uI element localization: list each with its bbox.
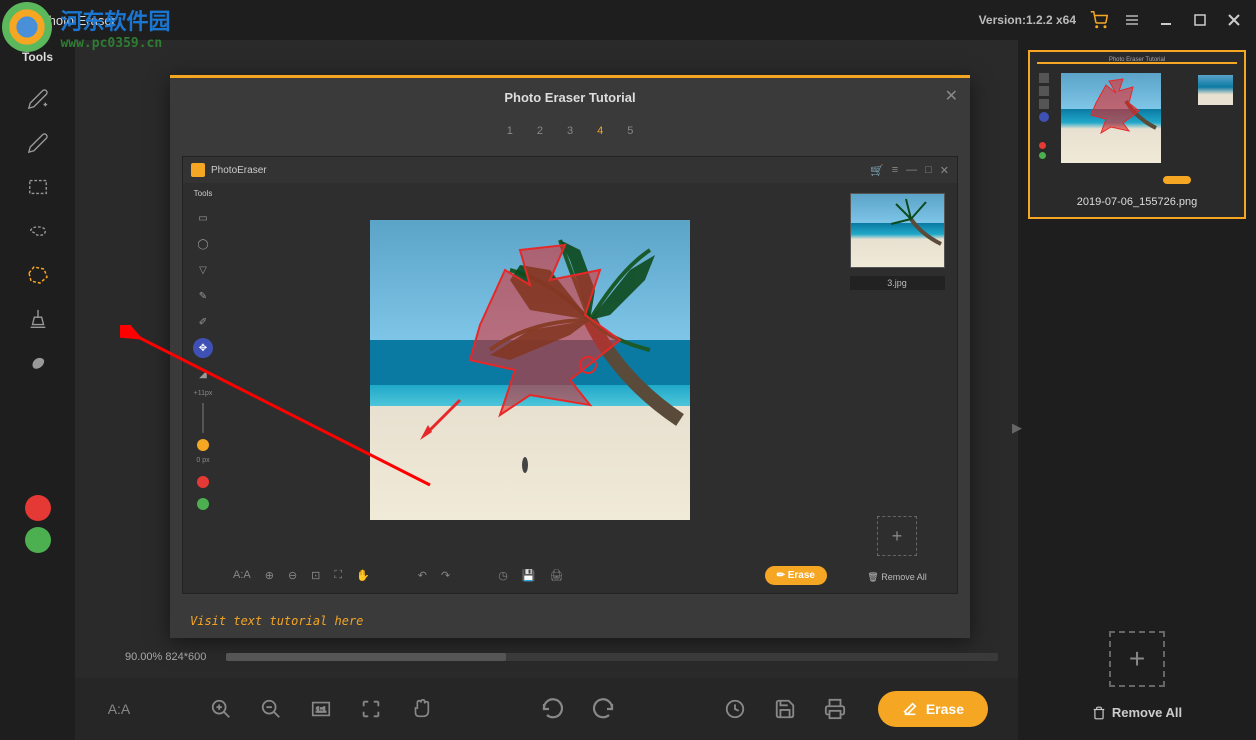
app-title: Photo Eraser (40, 13, 116, 28)
horizontal-scrollbar[interactable] (226, 653, 998, 661)
erase-button[interactable]: Erase (878, 691, 988, 727)
fit-screen-button[interactable] (357, 695, 385, 723)
inner-thumb-label: 3.jpg (850, 276, 945, 290)
compare-button[interactable]: A:A (105, 695, 133, 723)
inner-fit-icon: ⊡ (311, 569, 320, 582)
step-5[interactable]: 5 (627, 125, 633, 137)
stamp-tool[interactable] (18, 299, 58, 339)
smudge-tool[interactable] (18, 343, 58, 383)
inner-crop-icon: ⛶ (334, 569, 342, 582)
center-area: Photo Eraser Tutorial ✕ 1 2 3 4 5 PhotoE (75, 40, 1018, 740)
step-3[interactable]: 3 (567, 125, 573, 137)
step-1[interactable]: 1 (507, 125, 513, 137)
inner-save-icon: 💾 (522, 569, 536, 582)
inner-cart-icon: 🛒 (870, 164, 884, 177)
red-color-indicator[interactable] (25, 495, 51, 521)
left-toolbar: Tools (0, 40, 75, 740)
erase-button-label: Erase (926, 701, 964, 717)
green-color-indicator[interactable] (25, 527, 51, 553)
inner-add-button: + (877, 516, 917, 556)
inner-pencil-tool: ✐ (193, 312, 213, 332)
scrollbar-thumb[interactable] (226, 653, 506, 661)
inner-slider-dot (197, 439, 209, 451)
thumbnail-item[interactable]: Photo Eraser Tutorial 2019-07-06_155 (1028, 50, 1246, 219)
add-image-button[interactable]: + (1109, 631, 1165, 687)
inner-size-label: +11px (194, 390, 213, 397)
inner-removeall-label: 🗑 Remove All (867, 572, 926, 583)
actual-size-button[interactable]: 1:1 (307, 695, 335, 723)
inner-red-dot (197, 476, 209, 488)
inner-hand-icon: ✋ (356, 569, 370, 582)
app-logo-icon (12, 10, 32, 30)
status-bar: 90.00% 824*600 (115, 646, 1008, 668)
rectangle-select-tool[interactable] (18, 167, 58, 207)
zoom-info-label: 90.00% 824*600 (125, 651, 206, 663)
zoom-out-button[interactable] (257, 695, 285, 723)
inner-zoomin-icon: ⊕ (265, 569, 274, 582)
inner-zero-label: 0 px (196, 457, 209, 464)
polygon-lasso-tool[interactable] (18, 255, 58, 295)
inner-menu-icon: ≡ (892, 164, 898, 176)
step-4[interactable]: 4 (597, 125, 603, 137)
menu-icon[interactable] (1122, 10, 1142, 30)
inner-print-icon: 🖨 (550, 569, 564, 582)
inner-zoomout-icon: ⊖ (288, 569, 297, 582)
dialog-steps: 1 2 3 4 5 (170, 116, 970, 146)
inner-poly-tool: ▽ (193, 260, 213, 280)
tutorial-screenshot: PhotoEraser 🛒 ≡ — □ ✕ Tools (182, 156, 958, 594)
inner-history-icon: ◷ (498, 569, 508, 582)
inner-maximize-icon: □ (925, 164, 932, 176)
inner-undo-icon: ↶ (418, 569, 427, 582)
history-button[interactable] (721, 695, 749, 723)
bottom-toolbar: A:A 1:1 (75, 678, 1018, 740)
hand-pan-button[interactable] (407, 695, 435, 723)
canvas-area: Photo Eraser Tutorial ✕ 1 2 3 4 5 PhotoE (75, 40, 1018, 646)
thumbnail-preview: Photo Eraser Tutorial (1033, 55, 1241, 190)
save-button[interactable] (771, 695, 799, 723)
pencil-plus-tool[interactable] (18, 79, 58, 119)
right-panel: Photo Eraser Tutorial 2019-07-06_155 (1018, 40, 1256, 740)
step-2[interactable]: 2 (537, 125, 543, 137)
close-button[interactable] (1224, 10, 1244, 30)
titlebar: Photo Eraser Version:1.2.2 x64 (0, 0, 1256, 40)
maximize-button[interactable] (1190, 10, 1210, 30)
svg-text:1:1: 1:1 (316, 705, 326, 714)
inner-close-icon: ✕ (940, 164, 949, 177)
inner-thumbnail (850, 193, 945, 268)
print-button[interactable] (821, 695, 849, 723)
undo-button[interactable] (539, 695, 567, 723)
lasso-tool[interactable] (18, 211, 58, 251)
inner-erase-button: ✏ Erase (765, 566, 827, 585)
visit-tutorial-link[interactable]: Visit text tutorial here (190, 614, 363, 628)
cart-icon[interactable] (1090, 11, 1108, 29)
panel-collapse-icon[interactable]: ▶ (1012, 420, 1022, 436)
dialog-title: Photo Eraser Tutorial (504, 90, 635, 105)
minimize-button[interactable] (1156, 10, 1176, 30)
inner-rect-tool: ▭ (193, 208, 213, 228)
inner-beach-image (370, 220, 690, 520)
inner-minimize-icon: — (906, 164, 917, 176)
inner-tools-label: Tools (194, 189, 213, 198)
tutorial-dialog: Photo Eraser Tutorial ✕ 1 2 3 4 5 PhotoE (170, 75, 970, 638)
remove-all-button[interactable]: Remove All (1092, 705, 1182, 720)
inner-compare-icon: A:A (233, 569, 251, 581)
version-label: Version:1.2.2 x64 (979, 13, 1076, 27)
inner-pointer-tool: ✥ (193, 338, 213, 358)
dialog-close-button[interactable]: ✕ (945, 86, 958, 106)
pencil-tool[interactable] (18, 123, 58, 163)
inner-logo-icon (191, 163, 205, 177)
inner-brush-tool: ✎ (193, 286, 213, 306)
inner-app-title: PhotoEraser (211, 165, 267, 176)
zoom-in-button[interactable] (207, 695, 235, 723)
inner-smudge-tool: ◢ (193, 364, 213, 384)
tools-label: Tools (22, 50, 53, 64)
remove-all-label: Remove All (1112, 705, 1182, 720)
inner-lasso-tool: ◯ (193, 234, 213, 254)
redo-button[interactable] (589, 695, 617, 723)
inner-redo-icon: ↷ (441, 569, 450, 582)
thumbnail-filename: 2019-07-06_155726.png (1033, 190, 1241, 214)
inner-green-dot (197, 498, 209, 510)
